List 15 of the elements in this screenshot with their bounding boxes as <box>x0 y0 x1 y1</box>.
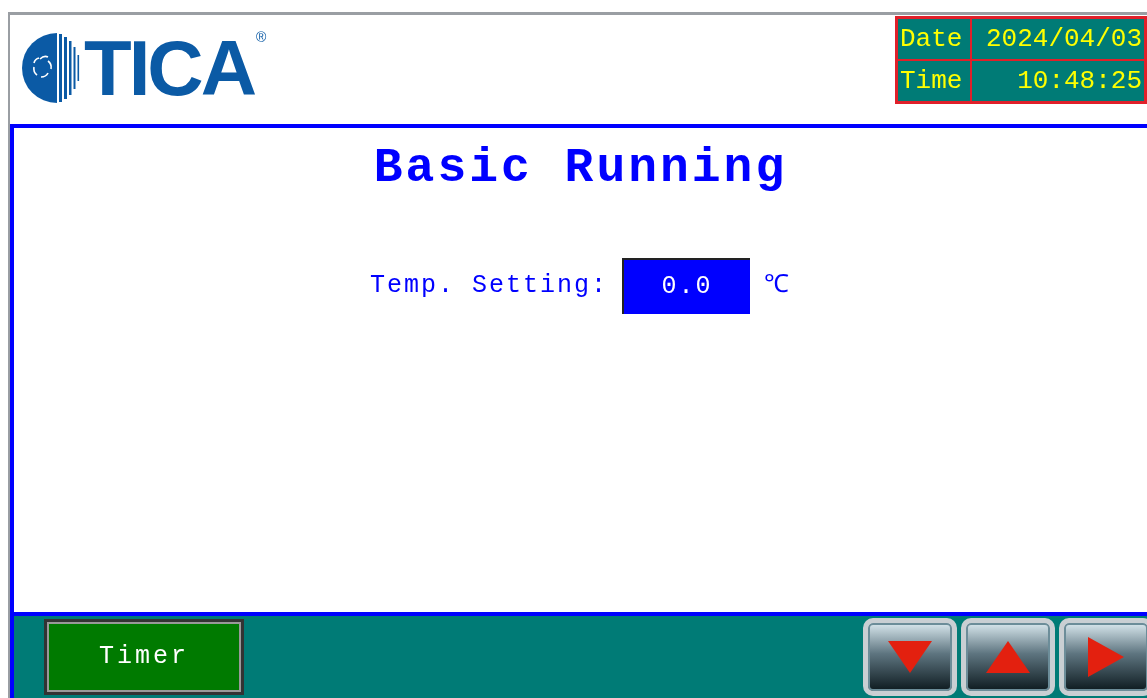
clock-value: 2024/04/03 <box>971 18 1145 60</box>
clock-label: Date <box>897 18 971 60</box>
page-title: Basic Running <box>373 140 788 196</box>
up-arrow-button[interactable] <box>961 618 1055 696</box>
timer-button[interactable]: Timer <box>44 619 244 695</box>
clock-label: Time <box>897 60 971 102</box>
unit-label: ℃ <box>764 270 791 303</box>
clock-value: 10:48:25 <box>971 60 1145 102</box>
down-arrow-button[interactable] <box>863 618 957 696</box>
logo-icon <box>20 31 82 105</box>
next-arrow-button[interactable] <box>1059 618 1147 696</box>
temperature-field[interactable]: 0.0 <box>622 258 750 314</box>
logo-text: TICA <box>84 29 254 107</box>
setting-label: Temp. Setting: <box>369 270 608 303</box>
registered-mark: ® <box>256 28 267 47</box>
